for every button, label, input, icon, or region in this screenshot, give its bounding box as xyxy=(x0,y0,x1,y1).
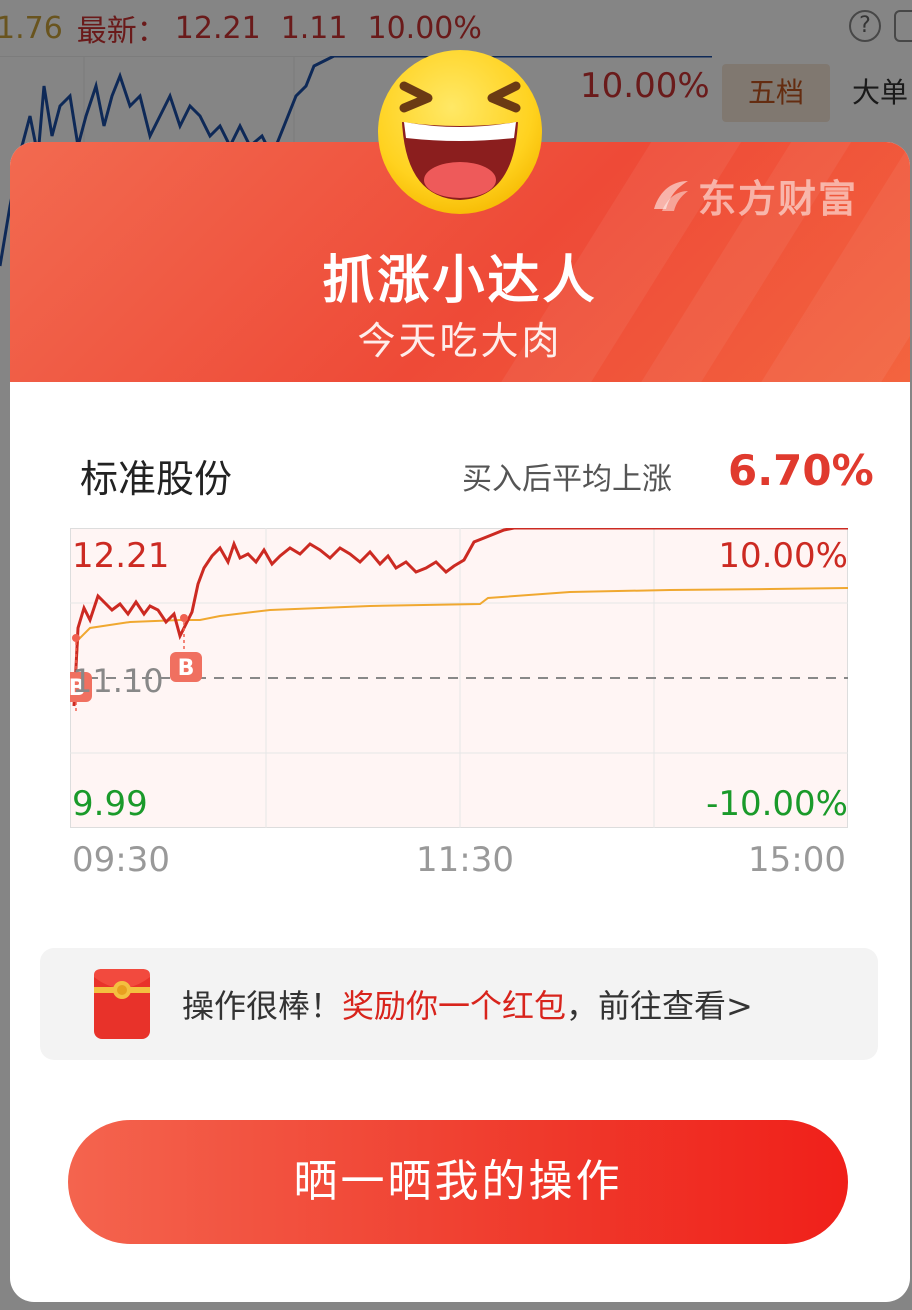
share-operation-button[interactable]: 晒一晒我的操作 xyxy=(68,1120,848,1244)
price-high-label: 12.21 xyxy=(72,536,170,576)
pct-high-label: 10.00% xyxy=(718,536,848,576)
brand-name: 东方财富 xyxy=(698,177,859,221)
avg-rise-value: 6.70% xyxy=(728,446,874,495)
time-label-open: 09:30 xyxy=(72,840,170,880)
brand-logo: 东方财富 xyxy=(650,168,858,223)
card-title: 抓涨小达人 xyxy=(322,251,598,311)
promo-highlight: 奖励你一个红包 xyxy=(342,987,567,1025)
time-label-close: 15:00 xyxy=(748,840,846,880)
price-low-label: 9.99 xyxy=(72,784,148,824)
pct-low-label: -10.00% xyxy=(706,784,848,824)
promo-prefix: 操作很棒！ xyxy=(182,987,343,1025)
card-subtitle: 今天吃大肉 xyxy=(357,319,563,363)
promo-link[interactable]: ，前往查看> xyxy=(566,981,753,1027)
buy-marker: B xyxy=(178,656,195,681)
red-envelope-icon xyxy=(94,969,150,1039)
price-mid-label: 11.10 xyxy=(72,662,164,700)
laughing-emoji-icon xyxy=(378,50,542,214)
promo-text: 操作很棒！ 奖励你一个红包 ，前往查看> xyxy=(182,981,753,1027)
stock-name: 标准股份 xyxy=(80,457,233,501)
time-label-noon: 11:30 xyxy=(416,840,514,880)
avg-rise-label: 买入后平均上涨 xyxy=(462,462,672,497)
red-packet-promo[interactable]: 操作很棒！ 奖励你一个红包 ，前往查看> xyxy=(40,948,878,1060)
brand-mark-icon xyxy=(654,180,688,211)
